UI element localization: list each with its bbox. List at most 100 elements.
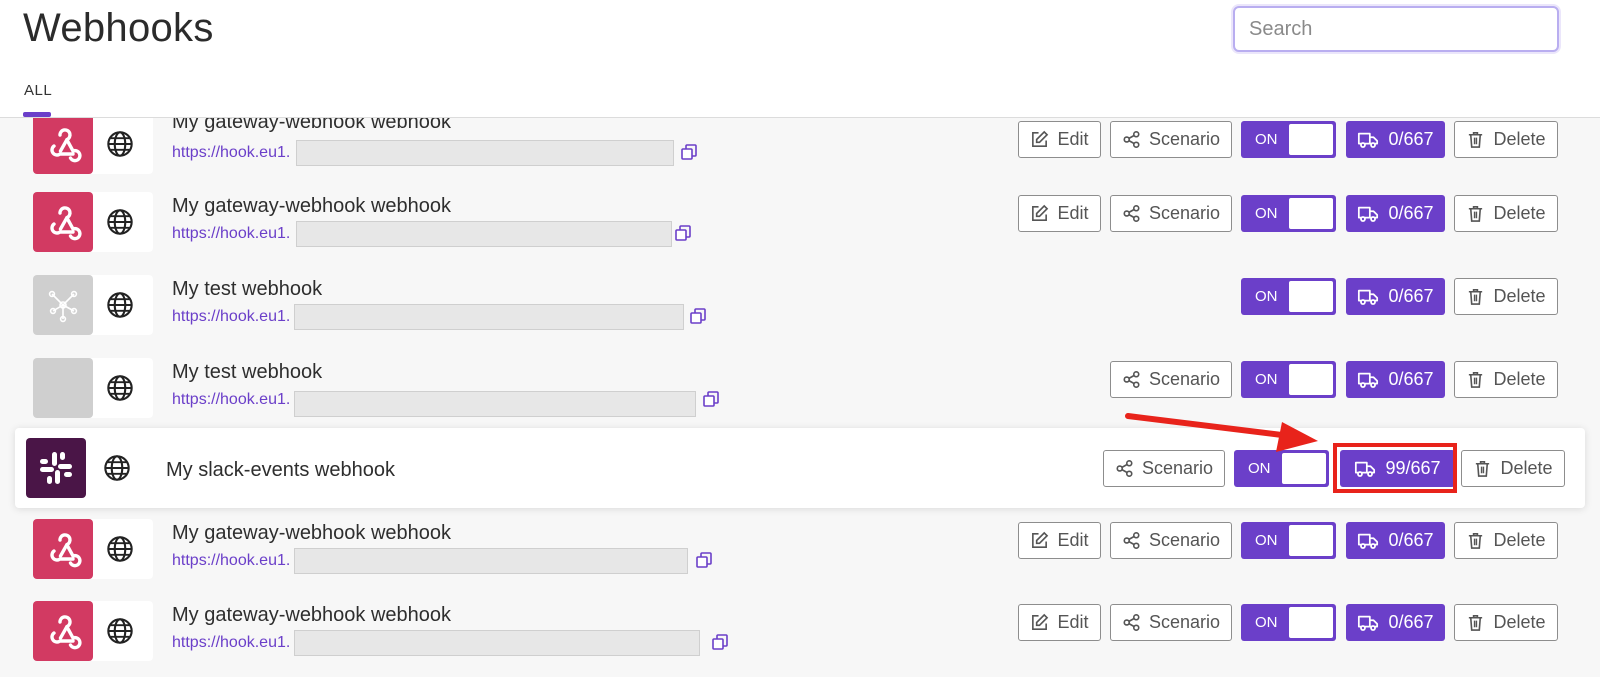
copy-icon[interactable] bbox=[711, 633, 729, 651]
on-toggle[interactable]: ON bbox=[1241, 522, 1336, 559]
operations-button[interactable]: 0/667 bbox=[1346, 604, 1445, 641]
webhook-url[interactable]: https://hook.eu1. bbox=[172, 391, 290, 409]
operations-button[interactable]: 0/667 bbox=[1346, 121, 1445, 158]
scenario-button[interactable]: Scenario bbox=[1110, 361, 1232, 398]
webhook-icon bbox=[33, 192, 93, 252]
scenario-button[interactable]: Scenario bbox=[1110, 522, 1232, 559]
edit-button[interactable]: Edit bbox=[1018, 522, 1101, 559]
webhook-name: My gateway-webhook webhook bbox=[172, 522, 452, 544]
globe-icon bbox=[106, 535, 134, 563]
operations-count: 0/667 bbox=[1388, 530, 1434, 550]
url-mask bbox=[296, 221, 672, 247]
webhook-name: My gateway-webhook webhook bbox=[172, 195, 452, 217]
truck-icon bbox=[1357, 203, 1379, 225]
scenario-button[interactable]: Scenario bbox=[1110, 604, 1232, 641]
annotation-highlight-box bbox=[1333, 443, 1457, 493]
edit-label: Edit bbox=[1057, 203, 1089, 223]
toggle-label: ON bbox=[1255, 131, 1278, 148]
truck-icon bbox=[1357, 530, 1379, 552]
delete-button[interactable]: Delete bbox=[1461, 450, 1565, 487]
toggle-knob bbox=[1289, 281, 1333, 312]
operations-button[interactable]: 0/667 bbox=[1346, 278, 1445, 315]
webhook-row: My gateway-webhook webhook https://hook.… bbox=[0, 510, 1600, 592]
on-toggle[interactable]: ON bbox=[1241, 604, 1336, 641]
delete-label: Delete bbox=[1493, 129, 1546, 149]
url-mask bbox=[294, 304, 684, 330]
edit-button[interactable]: Edit bbox=[1018, 121, 1101, 158]
delete-label: Delete bbox=[1493, 612, 1546, 632]
truck-icon bbox=[1357, 286, 1379, 308]
globe-icon bbox=[106, 291, 134, 319]
edit-label: Edit bbox=[1057, 612, 1089, 632]
delete-label: Delete bbox=[1493, 203, 1546, 223]
toggle-label: ON bbox=[1248, 460, 1271, 477]
edit-icon bbox=[1030, 613, 1049, 632]
webhook-url[interactable]: https://hook.eu1. bbox=[172, 552, 290, 570]
blank-icon bbox=[33, 358, 93, 418]
edit-label: Edit bbox=[1057, 129, 1089, 149]
copy-icon[interactable] bbox=[674, 224, 692, 242]
on-toggle[interactable]: ON bbox=[1241, 278, 1336, 315]
edit-button[interactable]: Edit bbox=[1018, 604, 1101, 641]
webhook-name: My test webhook bbox=[172, 278, 323, 300]
delete-button[interactable]: Delete bbox=[1454, 195, 1558, 232]
url-mask bbox=[294, 391, 696, 417]
delete-button[interactable]: Delete bbox=[1454, 604, 1558, 641]
webhook-name: My slack-events webhook bbox=[166, 459, 395, 481]
webhook-row: My gateway-webhook webhook https://hook.… bbox=[0, 592, 1600, 674]
webhook-url[interactable]: https://hook.eu1. bbox=[172, 308, 290, 326]
webhook-icon-group bbox=[33, 358, 153, 418]
on-toggle[interactable]: ON bbox=[1241, 361, 1336, 398]
on-toggle[interactable]: ON bbox=[1234, 450, 1329, 487]
toggle-knob bbox=[1289, 607, 1333, 638]
on-toggle[interactable]: ON bbox=[1241, 195, 1336, 232]
operations-button[interactable]: 0/667 bbox=[1346, 195, 1445, 232]
webhook-icon bbox=[33, 519, 93, 579]
webhook-row: My gateway-webhook webhook https://hook.… bbox=[0, 183, 1600, 265]
search-input[interactable] bbox=[1233, 6, 1559, 52]
toggle-label: ON bbox=[1255, 532, 1278, 549]
toggle-knob bbox=[1289, 364, 1333, 395]
truck-icon bbox=[1357, 129, 1379, 151]
trash-icon bbox=[1466, 287, 1485, 306]
toggle-label: ON bbox=[1255, 614, 1278, 631]
copy-icon[interactable] bbox=[702, 390, 720, 408]
operations-button[interactable]: 0/667 bbox=[1346, 361, 1445, 398]
slack-icon bbox=[26, 438, 86, 498]
delete-label: Delete bbox=[1493, 286, 1546, 306]
trash-icon bbox=[1473, 459, 1492, 478]
webhook-icon-group bbox=[33, 114, 153, 174]
trash-icon bbox=[1466, 130, 1485, 149]
delete-button[interactable]: Delete bbox=[1454, 522, 1558, 559]
globe-icon bbox=[106, 617, 134, 645]
webhook-row: My test webhook https://hook.eu1. Scenar… bbox=[0, 349, 1600, 431]
operations-button[interactable]: 0/667 bbox=[1346, 522, 1445, 559]
webhook-icon bbox=[33, 601, 93, 661]
scenario-button[interactable]: Scenario bbox=[1110, 121, 1232, 158]
scenario-button[interactable]: Scenario bbox=[1110, 195, 1232, 232]
operations-count: 0/667 bbox=[1388, 369, 1434, 389]
edit-icon bbox=[1030, 204, 1049, 223]
delete-button[interactable]: Delete bbox=[1454, 278, 1558, 315]
scenario-button[interactable]: Scenario bbox=[1103, 450, 1225, 487]
webhook-url[interactable]: https://hook.eu1. bbox=[172, 225, 290, 243]
url-mask bbox=[296, 140, 674, 166]
copy-icon[interactable] bbox=[695, 551, 713, 569]
toggle-knob bbox=[1289, 525, 1333, 556]
delete-button[interactable]: Delete bbox=[1454, 361, 1558, 398]
tab-all[interactable]: ALL bbox=[24, 82, 52, 99]
edit-label: Edit bbox=[1057, 530, 1089, 550]
webhook-url[interactable]: https://hook.eu1. bbox=[172, 144, 290, 162]
on-toggle[interactable]: ON bbox=[1241, 121, 1336, 158]
scenario-label: Scenario bbox=[1148, 530, 1221, 550]
operations-count: 0/667 bbox=[1388, 203, 1434, 223]
webhook-url[interactable]: https://hook.eu1. bbox=[172, 634, 290, 652]
webhook-icon-group bbox=[33, 192, 153, 252]
edit-button[interactable]: Edit bbox=[1018, 195, 1101, 232]
delete-button[interactable]: Delete bbox=[1454, 121, 1558, 158]
copy-icon[interactable] bbox=[689, 307, 707, 325]
globe-icon bbox=[106, 374, 134, 402]
copy-icon[interactable] bbox=[680, 143, 698, 161]
webhook-icon-group bbox=[33, 275, 153, 335]
url-mask bbox=[294, 548, 688, 574]
